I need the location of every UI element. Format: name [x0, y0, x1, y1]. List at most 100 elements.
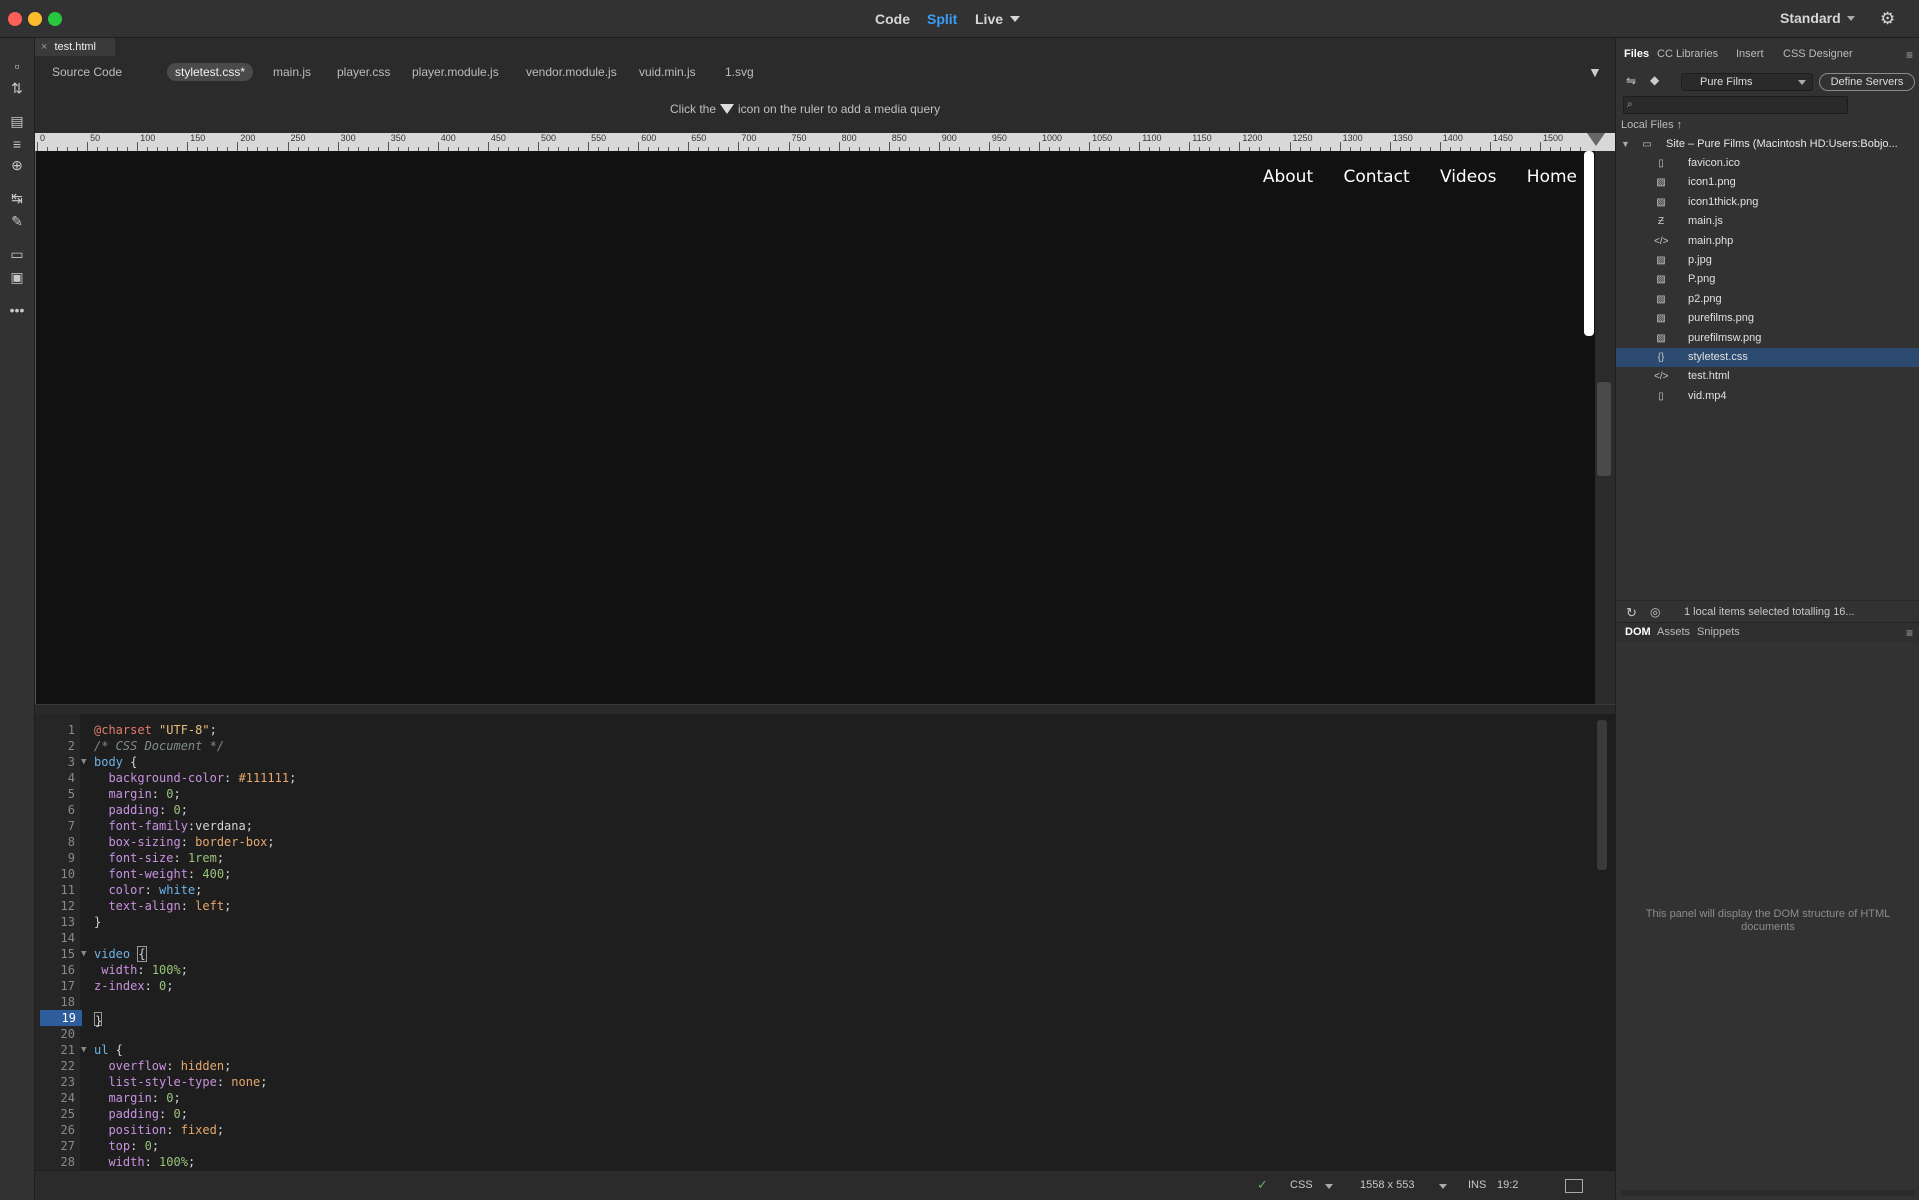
live-view-button[interactable]: Live [975, 11, 1003, 27]
file-row[interactable]: ▯ favicon.ico [1616, 154, 1919, 173]
sync-settings-icon[interactable]: ⚙ [1880, 9, 1895, 29]
document-tab[interactable]: × test.html [35, 38, 115, 56]
fold-arrow-icon[interactable]: ▼ [81, 1042, 86, 1058]
file-row[interactable]: ▨ p.jpg [1616, 251, 1919, 270]
live-view-scrollbar[interactable] [1584, 151, 1594, 336]
ruler[interactable]: 0 50 100 150 200 250 300 350 400 450 500 550 600 650 7… [35, 133, 1615, 151]
nav-link-videos[interactable]: Videos [1440, 167, 1497, 187]
fold-arrow-icon[interactable]: ▼ [81, 946, 86, 962]
snippet-icon[interactable]: ▣ [7, 267, 27, 287]
file-row[interactable]: </> test.html [1616, 367, 1919, 386]
code-line[interactable]: font-weight: 400; [94, 866, 231, 882]
open-document-icon[interactable]: ▫ [7, 56, 27, 76]
files-search-input[interactable]: ⌕ [1623, 96, 1848, 114]
code-line[interactable]: list-style-type: none; [94, 1074, 267, 1090]
file-row[interactable]: ▨ purefilmsw.png [1616, 329, 1919, 348]
related-file-main-js[interactable]: main.js [265, 63, 319, 81]
close-tab-icon[interactable]: × [41, 41, 47, 53]
window-close-button[interactable] [8, 12, 22, 26]
nav-link-about[interactable]: About [1263, 167, 1313, 187]
workspace-switcher[interactable]: Standard [1780, 10, 1841, 26]
file-row[interactable]: {} styletest.css [1616, 348, 1919, 367]
file-row[interactable]: Ƶmain.js [1616, 212, 1919, 231]
code-line[interactable]: color: white; [94, 882, 202, 898]
expand-tag-icon[interactable]: ↹ [7, 188, 27, 208]
code-line[interactable]: } [94, 914, 101, 930]
globe-icon[interactable]: ◎ [1650, 605, 1660, 619]
file-row[interactable]: ▯ vid.mp4 [1616, 387, 1919, 406]
code-scrollbar[interactable] [1597, 720, 1607, 870]
code-line[interactable]: ul { [94, 1042, 123, 1058]
code-line[interactable]: width: 100%; [94, 1154, 195, 1170]
chevron-down-icon[interactable] [1847, 16, 1855, 21]
more-tools-icon[interactable]: ••• [7, 300, 27, 320]
file-management-icon[interactable]: ⇅ [7, 78, 27, 98]
related-file-vuid-min-js[interactable]: vuid.min.js [631, 63, 704, 81]
real-time-preview-icon[interactable] [1565, 1179, 1583, 1193]
fold-arrow-icon[interactable]: ▼ [81, 754, 86, 770]
file-row[interactable]: ▨ icon1thick.png [1616, 193, 1919, 212]
brush-icon[interactable]: ✎ [7, 211, 27, 231]
code-line[interactable]: padding: 0; [94, 1106, 188, 1122]
nav-link-home[interactable]: Home [1527, 167, 1577, 187]
code-line[interactable]: video { [94, 946, 147, 962]
related-file-player-css[interactable]: player.css [329, 63, 398, 81]
code-line[interactable]: } [94, 1010, 102, 1028]
format-source-icon[interactable]: ≡ [7, 134, 27, 154]
file-row[interactable]: ▨ purefilms.png [1616, 309, 1919, 328]
nav-link-contact[interactable]: Contact [1343, 167, 1409, 187]
split-view-button[interactable]: Split [927, 11, 957, 27]
file-row[interactable]: </> main.php [1616, 232, 1919, 251]
file-row[interactable]: ▨ icon1.png [1616, 173, 1919, 192]
related-file-source-code[interactable]: Source Code [44, 63, 130, 81]
comment-icon[interactable]: ▭ [7, 244, 27, 264]
no-errors-icon[interactable]: ✓ [1257, 1177, 1268, 1193]
filter-icon[interactable]: ▼ [1588, 64, 1602, 80]
window-maximize-button[interactable] [48, 12, 62, 26]
insert-mode-indicator[interactable]: INS [1468, 1179, 1486, 1191]
live-code-icon[interactable]: ▤ [7, 111, 27, 131]
site-select[interactable]: Pure Films [1681, 73, 1813, 91]
local-files-header[interactable]: Local Files ↑ [1621, 119, 1682, 131]
code-line[interactable]: font-family:verdana; [94, 818, 253, 834]
tab-css-designer[interactable]: CSS Designer [1783, 48, 1853, 60]
code-line[interactable]: position: fixed; [94, 1122, 224, 1138]
define-servers-button[interactable]: Define Servers [1819, 73, 1915, 91]
code-line[interactable]: top: 0; [94, 1138, 159, 1154]
related-file-styletest-css[interactable]: styletest.css* [167, 63, 254, 81]
window-size-select[interactable]: 1558 x 553 [1360, 1179, 1414, 1191]
document-language-select[interactable]: CSS [1290, 1179, 1313, 1191]
window-minimize-button[interactable] [28, 12, 42, 26]
panel-menu-icon[interactable]: ≡ [1906, 48, 1913, 62]
connect-icon[interactable]: ⇋ [1626, 74, 1636, 88]
file-row[interactable]: ▨ p2.png [1616, 290, 1919, 309]
chevron-down-icon[interactable] [1325, 1184, 1333, 1189]
file-row[interactable]: ▨ P.png [1616, 270, 1919, 289]
code-line[interactable]: z-index: 0; [94, 978, 174, 994]
related-file-vendor-module-js[interactable]: vendor.module.js [518, 63, 625, 81]
panel-menu-icon[interactable]: ≡ [1906, 626, 1913, 640]
pane-scrollbar[interactable] [1597, 382, 1611, 476]
code-line[interactable]: padding: 0; [94, 802, 188, 818]
code-line[interactable]: margin: 0; [94, 1090, 180, 1106]
code-view-button[interactable]: Code [875, 11, 910, 27]
code-line[interactable]: text-align: left; [94, 898, 231, 914]
tab-snippets[interactable]: Snippets [1697, 626, 1740, 638]
git-icon[interactable]: ◆ [1650, 73, 1659, 87]
split-divider[interactable] [35, 704, 1615, 714]
live-dropdown-caret-icon[interactable] [1010, 16, 1020, 22]
related-file-1-svg[interactable]: 1.svg [717, 63, 762, 81]
related-file-player-module-js[interactable]: player.module.js [404, 63, 507, 81]
code-line[interactable]: margin: 0; [94, 786, 180, 802]
chevron-down-icon[interactable]: ▼ [1621, 135, 1630, 154]
code-line[interactable]: font-size: 1rem; [94, 850, 224, 866]
code-line[interactable]: /* CSS Document */ [94, 738, 224, 754]
code-line[interactable]: @charset "UTF-8"; [94, 722, 217, 738]
code-line[interactable]: background-color: #111111; [94, 770, 296, 786]
code-line[interactable]: width: 100%; [94, 962, 188, 978]
ruler-resize-handle-icon[interactable] [1587, 133, 1605, 146]
site-root-row[interactable]: ▼ ▭ Site – Pure Films (Macintosh HD:User… [1616, 135, 1919, 154]
tab-assets[interactable]: Assets [1657, 626, 1690, 638]
panel-scrollbar[interactable] [1621, 1190, 1915, 1196]
chevron-down-icon[interactable] [1439, 1184, 1447, 1189]
